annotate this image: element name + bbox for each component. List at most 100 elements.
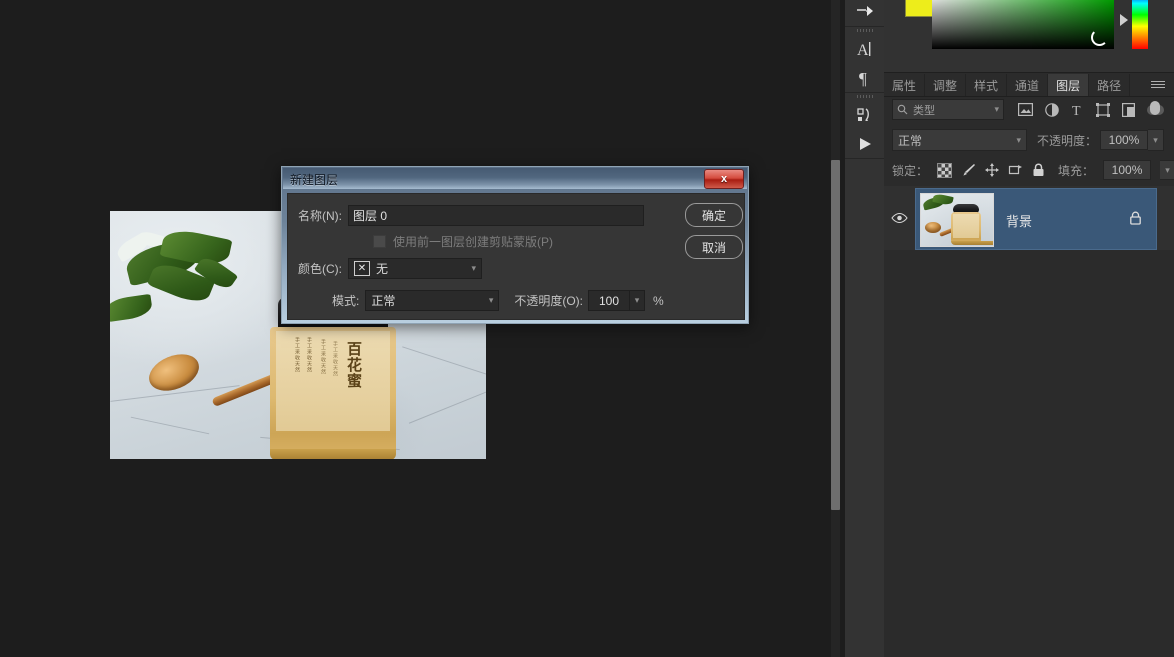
lock-row[interactable]: 锁定： 填充： 100% ▾	[884, 158, 1174, 182]
blend-mode-select-dialog[interactable]: 正常 ▾	[365, 290, 499, 311]
layer-color-value: 无	[376, 260, 388, 277]
dialog-color-row: 颜色(C): ✕ 无 ▾	[298, 258, 482, 279]
dialog-opacity-input[interactable]: 100	[588, 290, 630, 311]
color-cursor[interactable]	[1091, 29, 1108, 46]
filter-type-icon: T	[1071, 103, 1084, 117]
play-tool-icon[interactable]	[845, 129, 884, 158]
fill-stepper[interactable]: ▾	[1160, 160, 1174, 180]
hue-slider[interactable]	[1132, 0, 1148, 49]
panel-tab-bar[interactable]: 属性 调整 样式 通道 图层 路径	[884, 74, 1174, 97]
layer-visibility-toggle[interactable]	[884, 212, 915, 224]
layer-filter-row[interactable]: 类型 ▾ T	[884, 97, 1174, 122]
jar-label-main-text: 百花蜜	[344, 341, 365, 389]
opacity-label: 不透明度：	[1037, 132, 1097, 149]
use-previous-layer-checkbox[interactable]	[373, 235, 386, 248]
panel-menu-icon[interactable]	[1142, 74, 1174, 96]
tab-layers[interactable]: 图层	[1048, 74, 1089, 96]
paragraph-tool-icon[interactable]: ¶	[845, 63, 884, 92]
svg-text:T: T	[1072, 104, 1081, 117]
dialog-mode-row: 模式: 正常 ▾ 不透明度(O): 100 ▾ %	[332, 290, 664, 311]
cancel-button[interactable]: 取消	[685, 235, 743, 259]
fill-value[interactable]: 100%	[1103, 160, 1151, 180]
hue-marker-icon[interactable]	[1120, 14, 1128, 26]
saturation-value-box[interactable]	[932, 0, 1114, 49]
blend-mode-select[interactable]: 正常 ▾	[892, 129, 1027, 151]
chevron-down-icon[interactable]: ▾	[489, 295, 494, 306]
dialog-title: 新建图层	[290, 171, 338, 188]
foreground-color-swatch[interactable]	[905, 0, 933, 17]
dialog-name-row: 名称(N): 图层 0	[298, 205, 644, 226]
canvas-scrollbar-thumb[interactable]	[831, 160, 840, 510]
tab-paths[interactable]: 路径	[1089, 74, 1130, 96]
mode-label: 模式:	[332, 292, 359, 309]
lock-transparent-pixels-icon[interactable]	[937, 163, 952, 178]
lock-label: 锁定：	[892, 162, 928, 179]
horizontal-type-tool-icon[interactable]: A	[845, 34, 884, 63]
filter-image-icon	[1018, 103, 1033, 116]
chevron-down-icon[interactable]: ▾	[1016, 135, 1021, 146]
canvas-vertical-scrollbar[interactable]	[831, 0, 840, 657]
tool-section-path	[845, 93, 884, 159]
layer-thumbnail[interactable]	[920, 193, 994, 247]
svg-text:A: A	[857, 42, 869, 59]
lock-all-icon[interactable]	[1032, 163, 1045, 177]
dialog-clipping-row[interactable]: 使用前一图层创建剪贴蒙版(P)	[373, 233, 553, 250]
blend-mode-value: 正常	[898, 132, 922, 149]
color-panel[interactable]	[884, 0, 1174, 73]
dialog-opacity-stepper[interactable]: ▾	[630, 290, 645, 311]
tab-styles[interactable]: 样式	[966, 74, 1007, 96]
chevron-down-icon[interactable]: ▾	[994, 104, 999, 115]
jar-rim	[270, 449, 396, 459]
new-layer-dialog[interactable]: 新建图层 x 名称(N): 图层 0 使用前一图层创建剪贴蒙版(P) 颜色(C)…	[281, 166, 749, 324]
filter-adjustment-icon	[1045, 103, 1059, 117]
tool-group-grip	[845, 93, 884, 100]
mode-value: 正常	[371, 292, 395, 309]
tab-adjustments[interactable]: 调整	[925, 74, 966, 96]
layer-locked-icon	[1129, 211, 1142, 230]
close-icon[interactable]: x	[704, 169, 744, 189]
lock-position-icon[interactable]	[985, 163, 999, 177]
table-row[interactable]: 背景	[884, 186, 1174, 250]
ok-button[interactable]: 确定	[685, 203, 743, 227]
layer-thumbnail-image	[921, 194, 993, 246]
svg-text:¶: ¶	[859, 69, 867, 88]
tab-properties[interactable]: 属性	[884, 74, 925, 96]
eyedropper-tool-icon[interactable]	[845, 0, 884, 26]
right-panel: 属性 调整 样式 通道 图层 路径 类型 ▾ T	[884, 0, 1174, 657]
dialog-body: 名称(N): 图层 0 使用前一图层创建剪贴蒙版(P) 颜色(C): ✕ 无 ▾…	[287, 193, 745, 320]
pixel-filter-toggle[interactable]	[1147, 105, 1164, 115]
layer-filter-type-select[interactable]: 类型 ▾	[892, 99, 1004, 120]
jar-label-side-text: 手工采收天然	[320, 339, 327, 375]
canvas-area[interactable]: 百花蜜 手工采收天然 手工采收天然 手工采收天然 手工采收天然	[0, 0, 845, 657]
percent-sign: %	[653, 294, 664, 308]
layer-color-select[interactable]: ✕ 无 ▾	[348, 258, 482, 279]
lock-image-pixels-icon[interactable]	[961, 163, 976, 177]
layer-item-background[interactable]: 背景	[915, 188, 1157, 250]
fill-label: 填充：	[1058, 162, 1094, 179]
dialog-title-bar[interactable]: 新建图层 x	[283, 168, 747, 189]
jar-label-side-text: 手工采收天然	[332, 341, 339, 377]
blend-mode-row[interactable]: 正常 ▾ 不透明度： 100% ▾	[884, 128, 1174, 152]
tool-section-eyedropper	[845, 0, 884, 27]
search-icon	[897, 104, 908, 115]
jar-label-side-text: 手工采收天然	[294, 337, 301, 373]
tool-strip[interactable]: A ¶	[845, 0, 885, 657]
tool-group-grip	[845, 27, 884, 34]
name-label: 名称(N):	[298, 207, 342, 224]
layer-name-input[interactable]: 图层 0	[348, 205, 644, 226]
layers-list[interactable]: 背景	[884, 186, 1174, 250]
filter-smartobject-icon	[1122, 103, 1135, 117]
tool-section-type: A ¶	[845, 27, 884, 93]
lock-artboard-nesting-icon[interactable]	[1008, 163, 1023, 177]
opacity-stepper[interactable]: ▾	[1148, 129, 1164, 151]
filter-shape-icon	[1096, 103, 1110, 117]
layer-name: 背景	[1006, 211, 1032, 230]
color-label: 颜色(C):	[298, 260, 342, 277]
tab-channels[interactable]: 通道	[1007, 74, 1048, 96]
use-previous-layer-label: 使用前一图层创建剪贴蒙版(P)	[393, 233, 553, 250]
layer-filter-icons[interactable]: T	[1018, 103, 1164, 117]
path-selection-tool-icon[interactable]	[845, 100, 884, 129]
chevron-down-icon[interactable]: ▾	[471, 263, 476, 274]
layer-filter-type-label: 类型	[913, 102, 935, 118]
opacity-value[interactable]: 100%	[1100, 130, 1148, 150]
